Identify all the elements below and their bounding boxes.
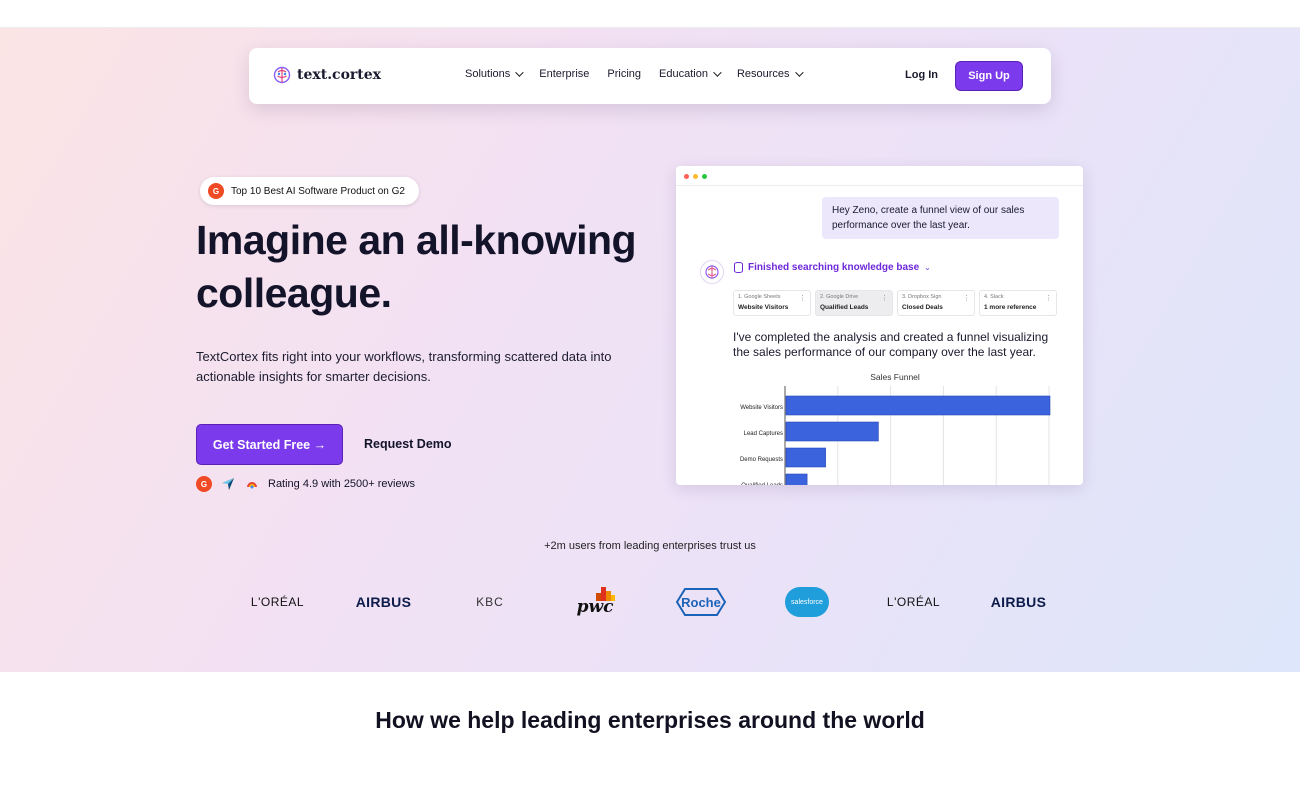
kb-status[interactable]: Finished searching knowledge base ⌄ xyxy=(734,262,931,273)
menu-item-resources[interactable]: Resources xyxy=(736,68,804,80)
pwc-logo: pwc xyxy=(565,580,625,624)
category-label: Website Visitors xyxy=(740,405,783,411)
more-icon: ⋮ xyxy=(881,295,888,302)
demo-chat-window: Hey Zeno, create a funnel view of our sa… xyxy=(676,166,1083,485)
source-app: 1. Google Sheets xyxy=(738,294,781,300)
source-app: 2. Google Drive xyxy=(820,294,859,300)
category-label: Lead Captures xyxy=(744,431,783,437)
badge-text: Top 10 Best AI Software Product on G2 xyxy=(231,185,405,197)
g2-badge[interactable]: G Top 10 Best AI Software Product on G2 xyxy=(200,177,419,205)
funnel-bar xyxy=(785,395,1051,416)
source-title: 1 more reference xyxy=(984,304,1037,311)
top-strip xyxy=(0,0,1300,28)
chevron-down-icon xyxy=(515,68,524,77)
airbus-logo: AIRBUS xyxy=(355,594,412,610)
kbc-logo: KBC xyxy=(476,595,504,609)
more-icon: ⋮ xyxy=(963,295,970,302)
source-card[interactable]: 3. Dropbox Sign ⋮ Closed Deals xyxy=(897,290,975,316)
hexagon-icon xyxy=(675,588,727,616)
maximize-dot-icon xyxy=(702,174,707,179)
salesforce-cloud-icon: salesforce xyxy=(785,587,829,617)
airbus-logo: AIRBUS xyxy=(990,594,1047,610)
signup-button[interactable]: Sign Up xyxy=(955,61,1023,91)
category-label: Qualified Leads xyxy=(741,483,783,485)
more-icon: ⋮ xyxy=(799,295,806,302)
source-title: Qualified Leads xyxy=(820,304,869,311)
user-message: Hey Zeno, create a funnel view of our sa… xyxy=(822,197,1059,239)
get-started-button[interactable]: Get Started Free → xyxy=(196,424,343,465)
capterra-icon xyxy=(220,476,236,492)
kb-status-text: Finished searching knowledge base xyxy=(748,262,920,273)
client-logos: L'ORÉAL AIRBUS KBC pwc Roche salesforce … xyxy=(0,580,1300,624)
rating-text: Rating 4.9 with 2500+ reviews xyxy=(268,478,416,490)
login-link[interactable]: Log In xyxy=(905,69,938,81)
request-demo-link[interactable]: Request Demo xyxy=(364,437,452,451)
hero-section xyxy=(0,28,1300,672)
trust-text: +2m users from leading enterprises trust… xyxy=(544,540,756,552)
hero-headline: Imagine an all-knowing colleague. xyxy=(196,217,637,316)
close-dot-icon xyxy=(684,174,689,179)
g2-icon: G xyxy=(196,476,212,492)
menu-item-label: Enterprise xyxy=(539,68,590,80)
source-list: 1. Google Sheets ⋮ Website Visitors 2. G… xyxy=(733,290,1057,316)
menu-item-label: Resources xyxy=(736,68,790,80)
chevron-down-icon xyxy=(794,68,804,77)
chevron-down-icon: ⌄ xyxy=(924,263,931,272)
window-titlebar xyxy=(676,166,1083,186)
source-card[interactable]: 4. Slack ⋮ 1 more reference xyxy=(979,290,1057,316)
logo-text: text.cortex xyxy=(297,67,382,83)
rating-row: G Rating 4.9 with 2500+ reviews xyxy=(196,476,415,492)
menu-item-enterprise[interactable]: Enterprise xyxy=(539,68,589,80)
menu-item-pricing[interactable]: Pricing xyxy=(607,68,641,80)
source-app: 3. Dropbox Sign xyxy=(902,294,942,300)
loreal-logo: L'ORÉAL xyxy=(250,595,305,609)
funnel-bar xyxy=(785,473,808,485)
source-title: Closed Deals xyxy=(902,304,943,311)
source-card[interactable]: 1. Google Sheets ⋮ Website Visitors xyxy=(733,290,811,316)
source-app: 4. Slack xyxy=(984,294,1004,300)
navbar: text.cortex Solutions Enterprise Pricing… xyxy=(249,48,1051,104)
minimize-dot-icon xyxy=(693,174,698,179)
chevron-down-icon xyxy=(713,68,722,77)
funnel-bar xyxy=(785,447,826,468)
more-icon: ⋮ xyxy=(1045,295,1052,302)
logo[interactable]: text.cortex xyxy=(273,66,381,84)
database-icon xyxy=(734,262,743,273)
salesforce-logo: salesforce xyxy=(785,580,829,624)
pwc-text: pwc xyxy=(576,597,614,617)
menu-item-label: Solutions xyxy=(465,68,511,80)
menu-item-solutions[interactable]: Solutions xyxy=(465,68,524,80)
chart-title: Sales Funnel xyxy=(870,372,920,382)
g2-icon: G xyxy=(208,183,224,199)
loreal-logo: L'ORÉAL xyxy=(886,595,941,609)
source-card[interactable]: 2. Google Drive ⋮ Qualified Leads xyxy=(815,290,893,316)
category-label: Demo Requests xyxy=(740,457,783,463)
hero-subtext: TextCortex fits right into your workflow… xyxy=(196,349,612,384)
source-title: Website Visitors xyxy=(738,304,789,311)
menu-item-label: Education xyxy=(659,68,708,80)
funnel-bar xyxy=(785,421,879,442)
chart-svg: Sales Funnel Website Visitors Lead Capture… xyxy=(740,372,1051,485)
roche-logo: Roche xyxy=(672,580,730,624)
brain-logo-icon xyxy=(273,66,291,84)
menu-item-label: Pricing xyxy=(607,68,642,80)
menu-item-education[interactable]: Education xyxy=(659,68,722,80)
sales-funnel-chart: Sales Funnel Website Visitors Lead Capture… xyxy=(676,366,1083,485)
main-menu: Solutions Enterprise Pricing Education R… xyxy=(465,68,804,80)
assistant-answer: I've completed the analysis and created … xyxy=(733,330,1049,359)
section-title: How we help leading enterprises around t… xyxy=(375,707,925,733)
chrome-store-icon xyxy=(244,476,260,492)
zeno-avatar-icon xyxy=(700,260,724,284)
